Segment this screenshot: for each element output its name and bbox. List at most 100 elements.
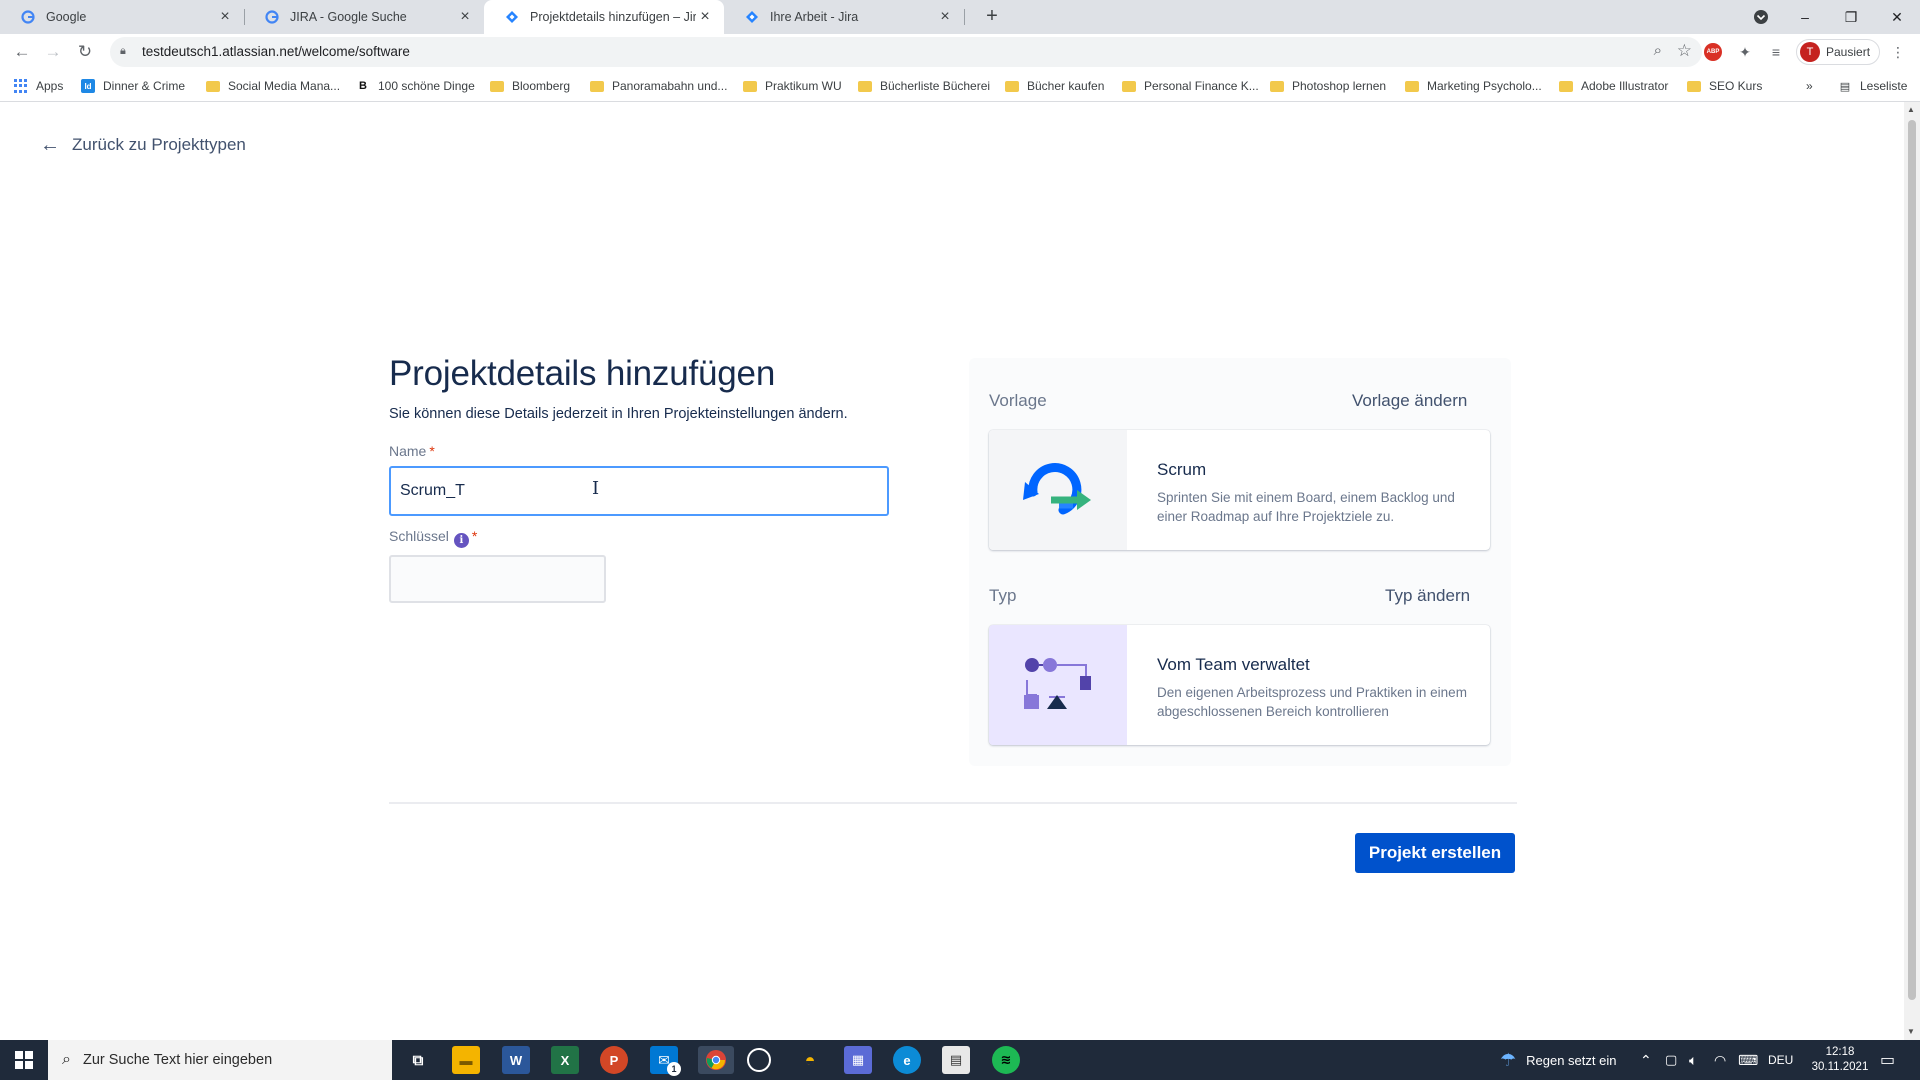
- close-window-button[interactable]: ✕: [1874, 0, 1920, 34]
- google-g-icon: [264, 9, 280, 25]
- reading-queue-icon[interactable]: ≡: [1766, 42, 1786, 62]
- bookmark-illustrator[interactable]: Adobe Illustrator: [1559, 77, 1668, 95]
- meet-now-icon[interactable]: ▢: [1665, 1040, 1677, 1080]
- bookmark-marketing[interactable]: Marketing Psycholo...: [1405, 77, 1542, 95]
- taskbar-search-input[interactable]: ⌕ Zur Suche Text hier eingeben: [48, 1040, 392, 1080]
- scrollbar-thumb[interactable]: [1908, 120, 1916, 1000]
- address-bar[interactable]: 🔒︎ testdeutsch1.atlassian.net/welcome/so…: [110, 37, 1702, 67]
- app-tool-icon[interactable]: ▦: [844, 1046, 872, 1074]
- site-favicon-icon: Id: [81, 79, 95, 93]
- page-title: Projektdetails hinzufügen: [389, 354, 776, 393]
- word-icon[interactable]: W: [502, 1046, 530, 1074]
- volume-icon[interactable]: 🔈︎: [1689, 1040, 1697, 1080]
- chrome-icon[interactable]: [698, 1046, 734, 1074]
- close-icon[interactable]: ×: [936, 8, 954, 26]
- change-type-button[interactable]: Typ ändern: [1385, 586, 1470, 606]
- menu-kebab-icon[interactable]: ⋮: [1888, 42, 1908, 62]
- taskbar-search-placeholder: Zur Suche Text hier eingeben: [82, 1052, 273, 1068]
- scroll-up-icon[interactable]: ▲: [1907, 105, 1915, 114]
- clock[interactable]: 12:18 30.11.2021: [1808, 1040, 1872, 1080]
- new-tab-button[interactable]: +: [978, 4, 1006, 30]
- team-managed-illustration-icon: [989, 625, 1127, 745]
- weather-text: Regen setzt ein: [1526, 1052, 1617, 1068]
- spotify-icon[interactable]: ≋: [992, 1046, 1020, 1074]
- required-marker: *: [429, 443, 435, 459]
- create-project-button[interactable]: Projekt erstellen: [1355, 833, 1515, 873]
- folder-icon: [1559, 80, 1573, 92]
- bookmark-panoramabahn[interactable]: Panoramabahn und...: [590, 77, 727, 95]
- folder-icon: [1122, 80, 1136, 92]
- folder-icon: [590, 80, 604, 92]
- bookmark-social-media[interactable]: Social Media Mana...: [206, 77, 340, 95]
- bookmark-seo-kurs[interactable]: SEO Kurs: [1687, 77, 1762, 95]
- project-name-input[interactable]: Scrum_T: [389, 466, 889, 516]
- change-template-button[interactable]: Vorlage ändern: [1352, 391, 1467, 411]
- bookmarks-overflow-icon[interactable]: »: [1806, 77, 1813, 95]
- forward-arrow-icon[interactable]: →: [41, 40, 65, 64]
- back-to-project-types-link[interactable]: ← Zurück zu Projekttypen: [40, 133, 246, 157]
- name-field-label: Name *: [389, 443, 435, 459]
- app-window-icon[interactable]: ▤: [942, 1046, 970, 1074]
- file-explorer-icon[interactable]: ▬: [452, 1046, 480, 1074]
- template-section-label: Vorlage: [989, 391, 1047, 410]
- arrow-left-icon: ←: [40, 133, 60, 156]
- restore-button[interactable]: ❐: [1828, 0, 1874, 34]
- bookmark-apps[interactable]: Apps: [14, 77, 63, 95]
- bookmark-photoshop[interactable]: Photoshop lernen: [1270, 77, 1386, 95]
- bookmark-praktikum[interactable]: Praktikum WU: [743, 77, 842, 95]
- scroll-down-icon[interactable]: ▼: [1907, 1027, 1915, 1036]
- weather-widget[interactable]: ☂ Regen setzt ein: [1500, 1040, 1616, 1080]
- input-language[interactable]: DEU: [1768, 1040, 1793, 1080]
- profile-button[interactable]: T Pausiert: [1796, 39, 1880, 65]
- tab-search-icon[interactable]: [1738, 0, 1784, 34]
- excel-icon[interactable]: X: [551, 1046, 579, 1074]
- folder-icon: [858, 80, 872, 92]
- jira-icon: [744, 9, 760, 25]
- keyboard-icon[interactable]: ⌨: [1738, 1040, 1758, 1080]
- bookmark-star-icon[interactable]: ☆: [1677, 41, 1692, 61]
- bookmark-buecher-kaufen[interactable]: Bücher kaufen: [1005, 77, 1104, 95]
- minimize-button[interactable]: –: [1782, 0, 1828, 34]
- reading-list-button[interactable]: ▤ Leseliste: [1838, 77, 1908, 95]
- folder-icon: [206, 80, 220, 92]
- browser-tab-ihre-arbeit[interactable]: Ihre Arbeit - Jira ×: [724, 0, 964, 34]
- edge-icon[interactable]: e: [893, 1046, 921, 1074]
- adblock-icon[interactable]: ABP: [1703, 42, 1723, 62]
- folder-icon: [1687, 80, 1701, 92]
- type-card-title: Vom Team verwaltet: [1157, 655, 1310, 674]
- bookmark-dinner-crime[interactable]: Id Dinner & Crime: [81, 77, 185, 95]
- task-view-icon[interactable]: ⧉: [404, 1046, 432, 1074]
- back-arrow-icon[interactable]: ←: [10, 40, 34, 64]
- project-key-input[interactable]: [389, 555, 606, 603]
- tray-overflow-icon[interactable]: ⌃: [1640, 1040, 1652, 1080]
- extensions-puzzle-icon[interactable]: ✦: [1735, 42, 1755, 62]
- notifications-icon[interactable]: ▭: [1880, 1040, 1895, 1080]
- close-icon[interactable]: ×: [456, 8, 474, 26]
- bookmark-100-dinge[interactable]: B 100 schöne Dinge: [356, 77, 475, 95]
- bookmark-personal-finance[interactable]: Personal Finance K...: [1122, 77, 1259, 95]
- close-icon[interactable]: ×: [696, 8, 714, 26]
- folder-icon: [490, 80, 504, 92]
- wifi-icon[interactable]: ◠: [1714, 1040, 1726, 1080]
- close-icon[interactable]: ×: [216, 8, 234, 26]
- zoom-icon[interactable]: ⌕: [1654, 42, 1662, 59]
- app-arc-icon[interactable]: ◓: [796, 1046, 824, 1074]
- obs-icon[interactable]: [747, 1048, 771, 1072]
- bookmark-buecherliste[interactable]: Bücherliste Bücherei: [858, 77, 990, 95]
- scrum-illustration-icon: [989, 430, 1127, 550]
- powerpoint-icon[interactable]: P: [600, 1046, 628, 1074]
- browser-tab-google[interactable]: Google ×: [0, 0, 244, 34]
- info-icon[interactable]: i: [453, 533, 469, 548]
- bookmark-bloomberg[interactable]: Bloomberg: [490, 77, 570, 95]
- browser-tab-jira-search[interactable]: JIRA - Google Suche ×: [244, 0, 484, 34]
- page-scrollbar[interactable]: ▲ ▼: [1904, 102, 1920, 1040]
- browser-tab-projektdetails[interactable]: Projektdetails hinzufügen – Jira ×: [484, 0, 724, 34]
- bold-b-icon: B: [359, 80, 367, 92]
- reload-icon[interactable]: ↻: [73, 40, 97, 64]
- mail-badge: 1: [667, 1062, 681, 1076]
- required-marker: *: [471, 528, 478, 544]
- windows-start-icon[interactable]: [0, 1040, 48, 1080]
- tab-title: JIRA - Google Suche: [290, 10, 407, 24]
- browser-toolbar: ← → ↻ 🔒︎ testdeutsch1.atlassian.net/welc…: [0, 34, 1920, 70]
- project-name-value: Scrum_T: [400, 482, 465, 499]
